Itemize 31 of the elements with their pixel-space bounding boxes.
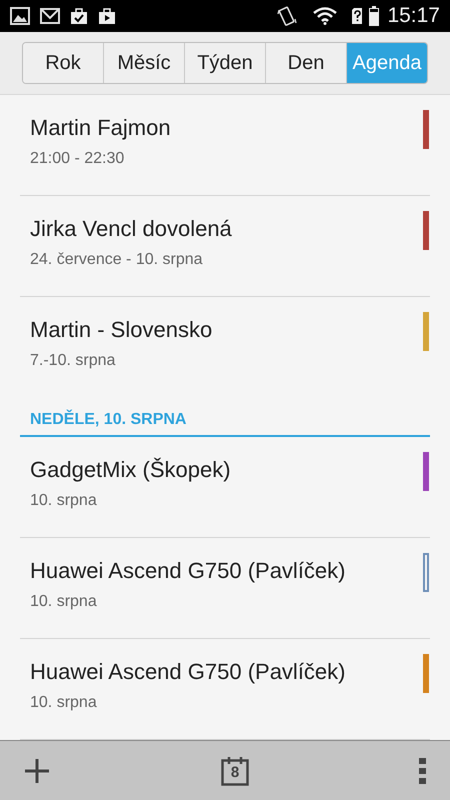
event-title: Huawei Ascend G750 (Pavlíček) (30, 557, 346, 585)
event-row[interactable]: GadgetMix (Škopek) 10. srpna (20, 437, 430, 538)
event-title: GadgetMix (Škopek) (30, 456, 232, 484)
event-time: 24. července - 10. srpna (30, 250, 204, 270)
event-row[interactable]: Jirka Vencl dovolená 24. července - 10. srpna (20, 196, 430, 297)
event-title: Martin - Slovensko (30, 316, 214, 344)
event-time: 7.-10. srpna (30, 351, 116, 371)
event-row[interactable]: Huawei Ascend G750 (Pavlíček) 10. srpna (20, 538, 430, 639)
bag-play-icon (98, 7, 116, 25)
event-time: 10. srpna (30, 491, 98, 511)
wifi-icon (313, 7, 338, 25)
clock-time: 15:17 (387, 3, 440, 30)
calendar-today-button[interactable]: 8 (221, 756, 249, 786)
event-row[interactable]: Martin - Slovensko 7.-10. srpna (20, 297, 430, 398)
image-icon (10, 7, 30, 25)
event-title: Jirka Vencl dovolená (30, 215, 233, 243)
event-title: Huawei Ascend G750 (Pavlíček) (30, 658, 346, 686)
bag-check-icon (70, 7, 88, 25)
event-title: Martin Fajmon (30, 114, 172, 142)
battery-icon (369, 6, 380, 26)
sim-unknown-icon (351, 7, 364, 25)
mail-icon (40, 8, 60, 24)
event-time: 10. srpna (30, 693, 98, 713)
view-tab[interactable]: Rok (23, 43, 104, 83)
more-icon[interactable] (419, 756, 427, 784)
vibrate-icon (277, 5, 298, 27)
date-header: NEDĚLE, 10. SRPNA (30, 408, 186, 430)
add-icon[interactable] (23, 756, 51, 784)
event-row[interactable]: Martin Fajmon 21:00 - 22:30 (20, 95, 430, 196)
event-time: 10. srpna (30, 592, 98, 612)
event-time: 21:00 - 22:30 (30, 149, 126, 169)
